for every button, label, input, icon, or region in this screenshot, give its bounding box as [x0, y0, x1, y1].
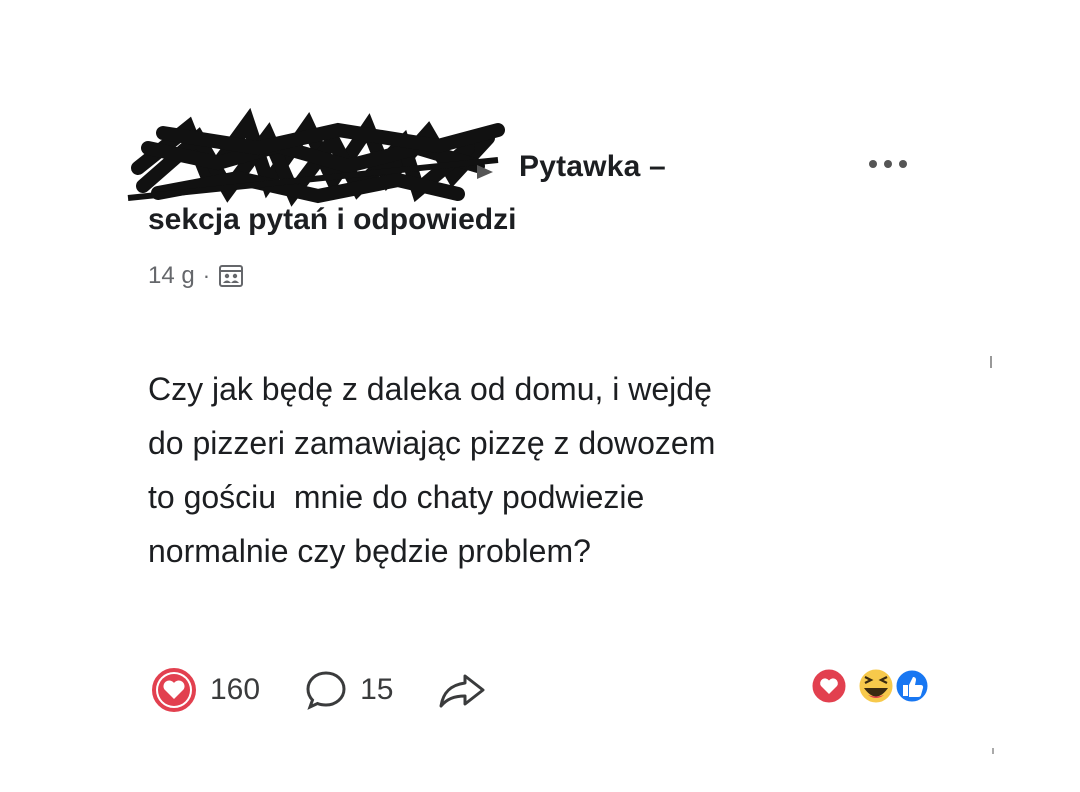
group-name-continued[interactable]: sekcja pytań i odpowiedzi	[148, 203, 516, 237]
like-button[interactable]: 160	[150, 666, 260, 714]
more-options-button[interactable]	[858, 150, 918, 178]
post-body-line: to gościu mnie do chaty podwiezie	[148, 479, 645, 515]
like-count: 160	[210, 673, 261, 706]
group-audience-icon	[218, 263, 244, 289]
scan-artifact	[992, 748, 994, 754]
heart-icon	[152, 668, 196, 712]
post-body-line: Czy jak będę z daleka od domu, i wejdę	[148, 371, 712, 407]
like-reaction-icon	[893, 667, 931, 705]
reactions-summary[interactable]	[804, 663, 934, 709]
group-name[interactable]: Pytawka –	[519, 150, 666, 184]
share-icon	[439, 674, 485, 708]
meta-separator: ·	[202, 263, 211, 288]
comment-button[interactable]: 15	[304, 668, 393, 712]
post-body: Czy jak będę z daleka od domu, i wejdę d…	[148, 362, 948, 578]
comment-count: 15	[360, 673, 394, 706]
group-arrow-icon	[477, 165, 493, 179]
post-body-line: do pizzeri zamawiając pizzę z dowozem	[148, 425, 716, 461]
more-options-icon	[869, 160, 907, 168]
scan-artifact	[990, 356, 992, 368]
comment-icon	[306, 671, 346, 710]
haha-reaction-icon	[856, 666, 896, 706]
share-button[interactable]	[437, 668, 487, 712]
timestamp[interactable]: 14 g	[148, 262, 195, 290]
redacted-author-scribble	[127, 108, 505, 207]
post-body-line: normalnie czy będzie problem?	[148, 533, 591, 569]
post-meta: 14 g ·	[148, 262, 244, 290]
love-reaction-icon	[809, 666, 849, 706]
post-actions: 160 15	[150, 666, 531, 714]
post-card: Pytawka – sekcja pytań i odpowiedzi 14 g…	[0, 0, 1080, 792]
